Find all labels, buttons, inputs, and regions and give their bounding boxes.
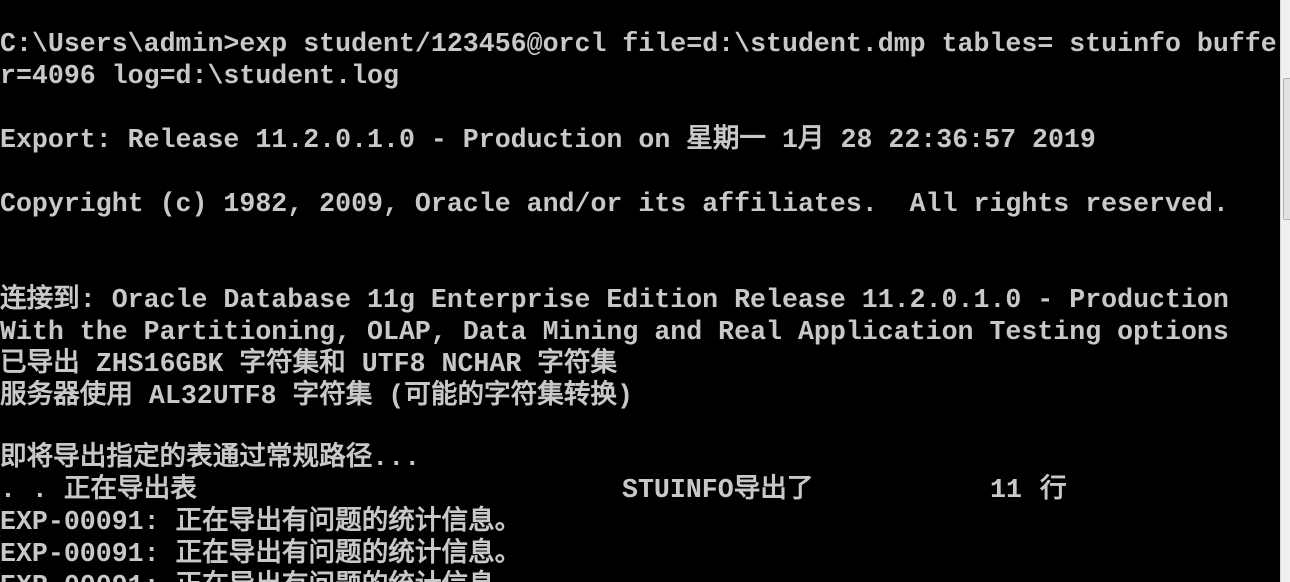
- terminal-line: 服务器使用 AL32UTF8 字符集 (可能的字符集转换): [0, 381, 633, 411]
- table-export-line: . . 正在导出表 STUINFO导出了 11 行: [0, 474, 1067, 506]
- terminal-line: 连接到: Oracle Database 11g Enterprise Edit…: [0, 285, 1229, 315]
- export-prefix: . . 正在导出表: [0, 475, 197, 505]
- terminal-line: r=4096 log=d:\student.log: [0, 61, 399, 91]
- export-row-unit: 行: [1040, 475, 1067, 505]
- terminal-line: EXP-00091: 正在导出有问题的统计信息。: [0, 570, 521, 582]
- vertical-scrollbar[interactable]: [1280, 0, 1290, 582]
- terminal-line: Export: Release 11.2.0.1.0 - Production …: [0, 125, 1096, 155]
- terminal-line: With the Partitioning, OLAP, Data Mining…: [0, 317, 1229, 347]
- scrollbar-thumb[interactable]: [1283, 78, 1290, 220]
- export-row-count: 11: [990, 475, 1022, 505]
- terminal-line: Copyright (c) 1982, 2009, Oracle and/or …: [0, 189, 1229, 219]
- terminal-line: 已导出 ZHS16GBK 字符集和 UTF8 NCHAR 字符集: [0, 349, 618, 379]
- terminal-window[interactable]: C:\Users\admin>exp student/123456@orcl f…: [0, 0, 1280, 582]
- terminal-line: 即将导出指定的表通过常规路径...: [0, 443, 421, 473]
- terminal-line: EXP-00091: 正在导出有问题的统计信息。: [0, 507, 522, 537]
- export-table-name: STUINFO导出了: [622, 475, 814, 505]
- terminal-line: EXP-00091: 正在导出有问题的统计信息。: [0, 539, 522, 569]
- terminal-line: C:\Users\admin>exp student/123456@orcl f…: [0, 29, 1277, 59]
